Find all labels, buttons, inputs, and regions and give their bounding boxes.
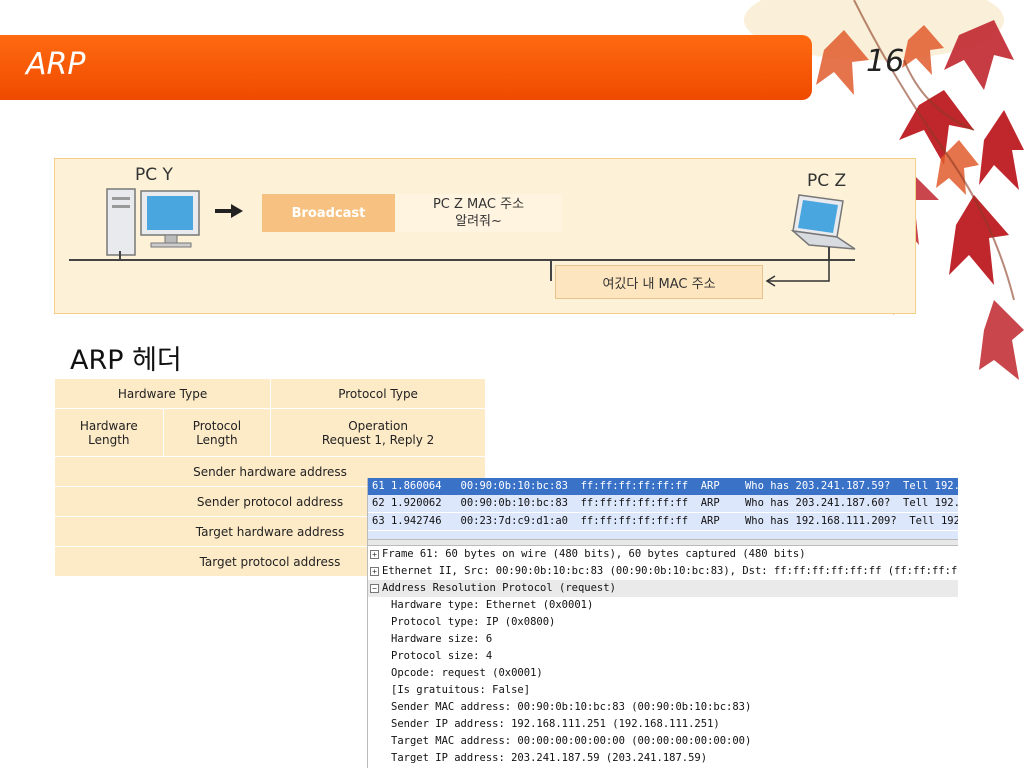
operation-line1: Operation [348, 418, 408, 433]
ethernet-tree-item[interactable]: + Ethernet II, Src: 00:90:0b:10:bc:83 (00… [368, 563, 958, 580]
expand-plus-icon[interactable]: + [370, 549, 379, 559]
frame-summary: Frame 61: 60 bytes on wire (480 bits), 6… [382, 548, 806, 560]
protocol-length-cell: Protocol Length [162, 408, 272, 457]
hardware-length-line2: Length [88, 432, 130, 447]
ethernet-summary: Ethernet II, Src: 00:90:0b:10:bc:83 (00:… [382, 565, 958, 577]
reply-drop-line [550, 261, 552, 281]
arp-field[interactable]: Hardware size: 6 [368, 631, 958, 648]
arp-field[interactable]: Target IP address: 203.241.187.59 (203.2… [368, 750, 958, 767]
hardware-length-line1: Hardware [79, 418, 138, 433]
pane-divider[interactable] [368, 539, 958, 546]
arrow-right-icon [215, 204, 243, 218]
request-message-line2: 알려줘~ [455, 214, 502, 229]
reply-message: 여깄다 내 MAC 주소 [555, 265, 763, 299]
arp-field[interactable]: Sender MAC address: 00:90:0b:10:bc:83 (0… [368, 699, 958, 716]
arrow-left-icon [765, 259, 830, 287]
broadcast-label: Broadcast [262, 194, 395, 232]
laptop-pc-icon [790, 194, 856, 259]
packet-row-partial [368, 531, 958, 539]
hardware-length-cell: Hardware Length [54, 408, 164, 457]
arp-field[interactable]: Protocol type: IP (0x0800) [368, 614, 958, 631]
arp-field[interactable]: Opcode: request (0x0001) [368, 665, 958, 682]
protocol-type-cell: Protocol Type [270, 378, 486, 409]
arp-field[interactable]: [Is gratuitous: False] [368, 682, 958, 699]
request-message: PC Z MAC 주소 알려줘~ [395, 194, 562, 232]
slide-title: ARP [26, 47, 86, 82]
page-number: 16 [866, 44, 905, 79]
network-line [69, 259, 855, 261]
arp-field[interactable]: Sender IP address: 192.168.111.251 (192.… [368, 716, 958, 733]
arp-tree-item[interactable]: − Address Resolution Protocol (request) [368, 580, 958, 597]
title-bar: ARP [0, 35, 812, 100]
expand-plus-icon[interactable]: + [370, 566, 379, 576]
arp-field[interactable]: Hardware type: Ethernet (0x0001) [368, 597, 958, 614]
pc-y-drop-line [119, 251, 121, 261]
arp-diagram: PC Y PC Z Broadcast PC Z MAC 주소 알려줘~ 여깄다… [54, 158, 916, 314]
wireshark-capture: 61 1.860064 00:90:0b:10:bc:83 ff:ff:ff:f… [367, 478, 958, 768]
arp-header-subtitle: ARP 헤더 [70, 345, 182, 376]
protocol-length-line1: Protocol [192, 418, 242, 433]
protocol-length-line2: Length [196, 432, 238, 447]
operation-cell: Operation Request 1, Reply 2 [270, 408, 486, 457]
packet-row[interactable]: 63 1.942746 00:23:7d:c9:d1:a0 ff:ff:ff:f… [368, 513, 958, 531]
packet-row-selected[interactable]: 61 1.860064 00:90:0b:10:bc:83 ff:ff:ff:f… [368, 478, 958, 495]
operation-line2: Request 1, Reply 2 [321, 432, 435, 447]
arp-summary: Address Resolution Protocol (request) [382, 582, 616, 594]
desktop-pc-icon [106, 188, 200, 261]
packet-row[interactable]: 62 1.920062 00:90:0b:10:bc:83 ff:ff:ff:f… [368, 495, 958, 513]
hardware-type-cell: Hardware Type [53, 378, 272, 409]
pc-y-label: PC Y [135, 165, 173, 185]
pc-z-label: PC Z [807, 171, 847, 191]
frame-tree-item[interactable]: + Frame 61: 60 bytes on wire (480 bits), … [368, 546, 958, 563]
request-message-line1: PC Z MAC 주소 [432, 197, 525, 212]
arp-field[interactable]: Target MAC address: 00:00:00:00:00:00 (0… [368, 733, 958, 750]
arp-field[interactable]: Protocol size: 4 [368, 648, 958, 665]
collapse-minus-icon[interactable]: − [370, 583, 379, 593]
